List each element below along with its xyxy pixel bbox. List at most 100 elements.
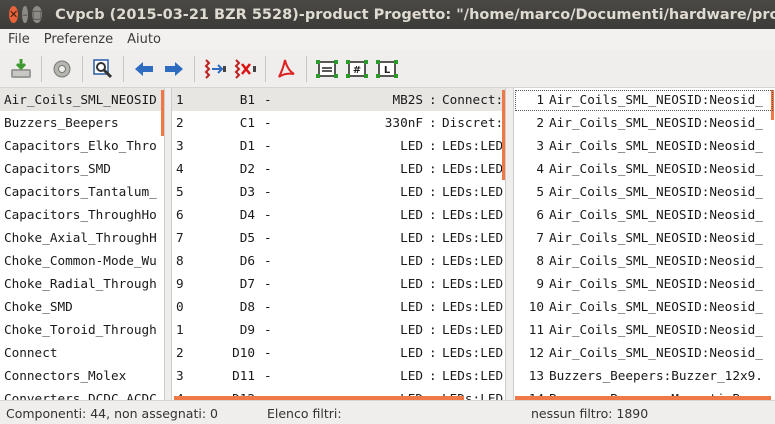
save-button[interactable] <box>6 54 36 84</box>
library-item[interactable]: Capacitors_ThroughHo <box>0 203 164 226</box>
settings-button[interactable] <box>47 54 77 84</box>
toolbar-separator <box>41 55 42 82</box>
component-colon: : <box>429 184 437 199</box>
component-reference: D6 <box>239 253 255 268</box>
pdf-datasheet-button[interactable] <box>271 54 301 84</box>
minimize-window-button[interactable]: – <box>22 6 28 23</box>
component-row[interactable]: 5 D3- LED: LEDs:LED- <box>172 180 505 203</box>
component-list-scrollbar[interactable] <box>502 90 505 180</box>
component-reference: D1 <box>239 138 255 153</box>
component-number: 1 <box>176 322 184 337</box>
component-reference: D7 <box>239 276 255 291</box>
component-row[interactable]: 6 D4- LED: LEDs:LED- <box>172 203 505 226</box>
component-footprint: LEDs:LED- <box>442 299 506 314</box>
library-item[interactable]: Choke_Common-Mode_Wu <box>0 249 164 272</box>
library-name: Air_Coils_SML_NEOSID <box>4 92 157 107</box>
library-item[interactable]: Choke_Axial_ThroughH <box>0 226 164 249</box>
footprint-name: Air_Coils_SML_NEOSID:Neosid_ <box>549 345 763 360</box>
filter-keywords-button[interactable] <box>312 54 342 84</box>
footprint-row[interactable]: 2 Air_Coils_SML_NEOSID:Neosid_ <box>514 111 775 134</box>
library-item[interactable]: Connect <box>0 341 164 364</box>
footprint-row[interactable]: 9 Air_Coils_SML_NEOSID:Neosid_ <box>514 272 775 295</box>
library-name: Connect <box>4 345 58 360</box>
library-item[interactable]: Capacitors_SMD <box>0 157 164 180</box>
component-row[interactable]: 3 D11- LED: LEDs:LED- <box>172 364 505 387</box>
footprint-index: 5 <box>536 184 544 199</box>
component-number: 6 <box>176 207 184 222</box>
component-reference: D4 <box>239 207 255 222</box>
footprint-row[interactable]: 6 Air_Coils_SML_NEOSID:Neosid_ <box>514 203 775 226</box>
library-item[interactable]: Air_Coils_SML_NEOSID <box>0 88 164 111</box>
delete-associations-icon <box>234 58 256 79</box>
footprint-row[interactable]: 11 Air_Coils_SML_NEOSID:Neosid_ <box>514 318 775 341</box>
footprint-list[interactable]: 1 Air_Coils_SML_NEOSID:Neosid_ 2 Air_Coils_… <box>513 88 775 400</box>
filter-pin-count-button[interactable]: # <box>342 54 372 84</box>
component-row[interactable]: 3 D1- LED: LEDs:LED- <box>172 134 505 157</box>
status-filter-result: nessun filtro: 1890 <box>531 406 649 421</box>
component-row[interactable]: 2 C1- 330nF: Discret:C <box>172 111 505 134</box>
library-name: Capacitors_Elko_Thro <box>4 138 157 153</box>
menu-bar: File Preferenze Aiuto <box>0 29 775 50</box>
component-row[interactable]: 2 D10- LED: LEDs:LED- <box>172 341 505 364</box>
view-footprint-button[interactable] <box>88 54 118 84</box>
component-footprint: LEDs:LED- <box>442 276 506 291</box>
component-row[interactable]: 9 D7- LED: LEDs:LED- <box>172 272 505 295</box>
footprint-name: Air_Coils_SML_NEOSID:Neosid_ <box>549 207 763 222</box>
library-item[interactable]: Choke_Toroid_Through <box>0 318 164 341</box>
component-colon: : <box>429 161 437 176</box>
footprint-row[interactable]: 4 Air_Coils_SML_NEOSID:Neosid_ <box>514 157 775 180</box>
footprint-row[interactable]: 5 Air_Coils_SML_NEOSID:Neosid_ <box>514 180 775 203</box>
library-list-scrollbar[interactable] <box>161 90 164 136</box>
footprint-index: 8 <box>536 253 544 268</box>
menu-preferences[interactable]: Preferenze <box>37 32 120 47</box>
delete-associations-button[interactable] <box>230 54 260 84</box>
library-list[interactable]: Air_Coils_SML_NEOSID Buzzers_Beepers Capac… <box>0 88 165 400</box>
footprint-name: Air_Coils_SML_NEOSID:Neosid_ <box>549 276 763 291</box>
component-reference: D10 <box>232 345 255 360</box>
footprint-index: 2 <box>536 115 544 130</box>
footprint-name: Air_Coils_SML_NEOSID:Neosid_ <box>549 322 763 337</box>
library-item[interactable]: Capacitors_Tantalum_ <box>0 180 164 203</box>
component-footprint: LEDs:LED- <box>442 207 506 222</box>
next-button[interactable] <box>159 54 189 84</box>
component-row[interactable]: 8 D6- LED: LEDs:LED- <box>172 249 505 272</box>
library-item[interactable]: Choke_Radial_Through <box>0 272 164 295</box>
component-list[interactable]: 1 B1- MB2S: Connect:S 2 C1-330nF: Discret:C 3 D1… <box>171 88 506 400</box>
component-row[interactable]: 7 D5- LED: LEDs:LED- <box>172 226 505 249</box>
component-row[interactable]: 0 D8- LED: LEDs:LED- <box>172 295 505 318</box>
footprint-index: 13 <box>528 368 544 383</box>
auto-associate-button[interactable] <box>200 54 230 84</box>
filter-library-button[interactable]: L <box>372 54 402 84</box>
component-value: LED <box>400 368 423 383</box>
library-item[interactable]: Choke_SMD <box>0 295 164 318</box>
library-item[interactable]: Connectors_Molex <box>0 364 164 387</box>
component-footprint: LEDs:LED- <box>442 230 506 245</box>
footprint-row[interactable]: 8 Air_Coils_SML_NEOSID:Neosid_ <box>514 249 775 272</box>
menu-help[interactable]: Aiuto <box>120 32 168 47</box>
menu-file[interactable]: File <box>0 32 37 47</box>
component-separator: - <box>264 253 272 268</box>
footprint-row[interactable]: 3 Air_Coils_SML_NEOSID:Neosid_ <box>514 134 775 157</box>
library-item[interactable]: Capacitors_Elko_Thro <box>0 134 164 157</box>
footprint-row[interactable]: 10 Air_Coils_SML_NEOSID:Neosid_ <box>514 295 775 318</box>
component-row[interactable]: 1 B1- MB2S: Connect:S <box>172 88 505 111</box>
maximize-window-button[interactable]: □ <box>31 6 43 23</box>
close-window-button[interactable]: ✕ <box>9 6 19 23</box>
component-number: 1 <box>176 92 184 107</box>
focus-indicator <box>515 90 773 111</box>
library-item[interactable]: Converters_DCDC_ACDC <box>0 387 164 400</box>
component-colon: : <box>429 322 437 337</box>
library-item[interactable]: Buzzers_Beepers <box>0 111 164 134</box>
component-row[interactable]: 4 D2- LED: LEDs:LED- <box>172 157 505 180</box>
component-separator: - <box>264 115 272 130</box>
svg-text:#: # <box>353 65 361 76</box>
footprint-row[interactable]: 7 Air_Coils_SML_NEOSID:Neosid_ <box>514 226 775 249</box>
component-value: LED <box>400 253 423 268</box>
component-separator: - <box>264 138 272 153</box>
component-colon: : <box>429 207 437 222</box>
previous-button[interactable] <box>129 54 159 84</box>
component-row[interactable]: 1 D9- LED: LEDs:LED- <box>172 318 505 341</box>
footprint-row[interactable]: 13 Buzzers_Beepers:Buzzer_12x9. <box>514 364 775 387</box>
component-separator: - <box>264 345 272 360</box>
footprint-row[interactable]: 12 Air_Coils_SML_NEOSID:Neosid_ <box>514 341 775 364</box>
